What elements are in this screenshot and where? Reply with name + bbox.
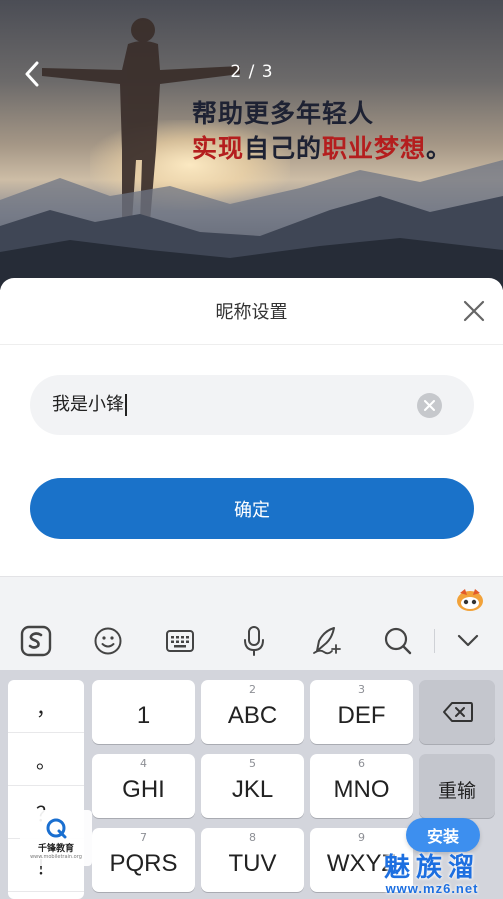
key-1[interactable]: 1 [92, 680, 195, 744]
key-sub-label: 8 [249, 831, 256, 844]
slogan-text: 自己的 [244, 134, 323, 163]
dialog-divider [0, 344, 503, 345]
key-label: DEF [337, 702, 386, 729]
backspace-icon [443, 702, 473, 722]
toolbar-separator [434, 629, 435, 653]
key-sub-label: 2 [249, 683, 256, 696]
key-sub-label: 3 [358, 683, 365, 696]
key-2[interactable]: 2 ABC [201, 680, 304, 744]
slogan-line-2: 实现自己的职业梦想。 [192, 131, 452, 166]
install-button[interactable]: 安装 [406, 818, 480, 852]
brand-logo-url: www.mobiletrain.org [30, 853, 82, 860]
back-arrow-icon [25, 61, 39, 87]
banner-image: 2 / 3 帮助更多年轻人 实现自己的职业梦想。 [0, 0, 503, 290]
punct-key[interactable]: ， [8, 680, 84, 733]
collapse-chevron-icon[interactable] [450, 623, 486, 659]
mascot-icon[interactable] [455, 587, 485, 613]
key-8[interactable]: 8 TUV [201, 828, 304, 892]
slogan-line-1: 帮助更多年轻人 [192, 99, 375, 128]
site-watermark-url: www.mz6.net [385, 881, 479, 896]
handwriting-icon[interactable] [308, 623, 344, 659]
brand-logo: 千锋教育 www.mobiletrain.org [20, 810, 92, 866]
dialog-title: 昵称设置 [215, 302, 288, 323]
nickname-value[interactable]: 我是小锋 [52, 394, 127, 416]
keyboard-toolbar [0, 576, 503, 670]
search-icon[interactable] [380, 623, 416, 659]
key-sub-label: 7 [140, 831, 147, 844]
keyboard-icon[interactable] [162, 623, 198, 659]
key-sub-label: 6 [358, 757, 365, 770]
key-sub-label: 4 [140, 757, 147, 770]
key-sub-label: 9 [358, 831, 365, 844]
confirm-button[interactable]: 确定 [30, 478, 474, 539]
clear-icon [424, 400, 435, 411]
key-label: PQRS [109, 850, 178, 877]
backspace-key[interactable] [419, 680, 495, 744]
slogan-period: 。 [426, 134, 453, 163]
nickname-input[interactable]: 我是小锋 [30, 375, 474, 435]
key-3[interactable]: 3 DEF [310, 680, 413, 744]
key-label: JKL [231, 776, 274, 803]
key-sub-label: 5 [249, 757, 256, 770]
banner-slogan: 帮助更多年轻人 实现自己的职业梦想。 [192, 96, 452, 166]
punct-key[interactable]: 。 [8, 733, 84, 786]
key-label: TUV [228, 850, 277, 877]
key-4[interactable]: 4 GHI [92, 754, 195, 818]
key-label: GHI [122, 776, 165, 803]
key-label: 1 [136, 702, 151, 729]
retype-key[interactable]: 重输 [419, 754, 495, 818]
key-label: MNO [333, 776, 390, 803]
site-watermark: 魅族溜 www.mz6.net [367, 854, 497, 896]
brand-logo-text: 千锋教育 [37, 843, 74, 854]
site-watermark-name: 魅族溜 [383, 853, 480, 883]
key-5[interactable]: 5 JKL [201, 754, 304, 818]
emoji-icon[interactable] [90, 623, 126, 659]
key-6[interactable]: 6 MNO [310, 754, 413, 818]
microphone-icon[interactable] [236, 623, 272, 659]
close-icon [463, 300, 485, 322]
clear-input-button[interactable] [417, 393, 442, 418]
page-indicator: 2 / 3 [230, 62, 274, 82]
key-label: 重输 [437, 780, 476, 802]
punctuation-column: ， 。 ？ ！ [8, 680, 84, 899]
key-label: ABC [227, 702, 278, 729]
slogan-highlight-2: 职业梦想 [322, 134, 427, 163]
key-7[interactable]: 7 PQRS [92, 828, 195, 892]
sogou-logo-icon[interactable] [18, 623, 54, 659]
close-button[interactable] [461, 298, 487, 324]
brand-logo-icon [46, 818, 67, 838]
nickname-dialog: 昵称设置 我是小锋 确定 [0, 278, 503, 578]
slogan-highlight-1: 实现 [192, 134, 245, 163]
back-button[interactable] [14, 56, 50, 92]
